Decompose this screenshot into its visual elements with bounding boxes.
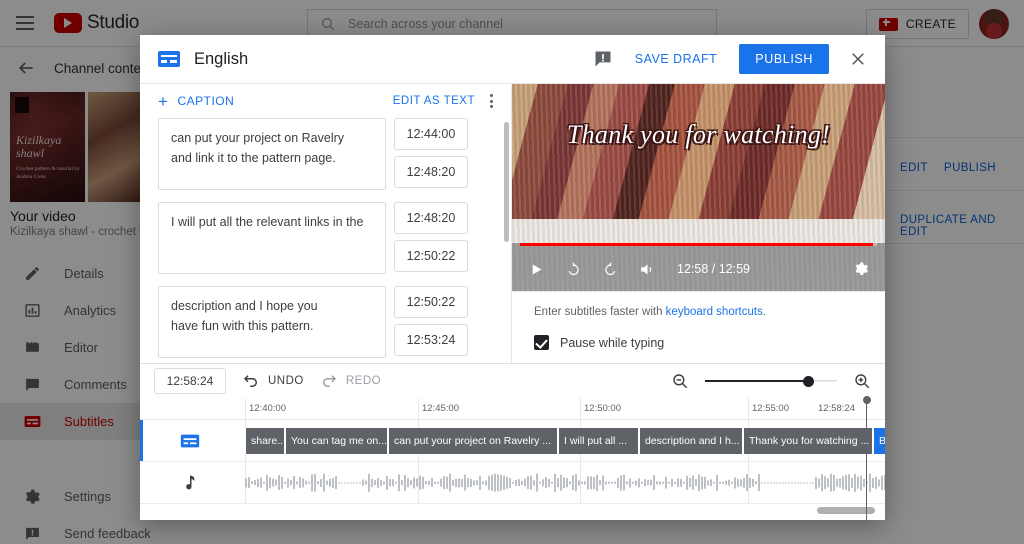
save-draft-button[interactable]: SAVE DRAFT	[627, 46, 726, 72]
pause-while-typing-checkbox[interactable]	[534, 335, 549, 350]
undo-icon	[243, 375, 257, 387]
redo-label: REDO	[345, 375, 382, 387]
audio-waveform-area[interactable]	[240, 462, 885, 504]
caption-segment[interactable]: description and I h...	[639, 427, 743, 454]
zoom-out-icon[interactable]	[671, 372, 689, 390]
player-controls-bar: 12:58 / 12:59	[512, 243, 885, 291]
subtitles-editor-dialog: English SAVE DRAFT PUBLISH + CAPTION EDI…	[140, 35, 885, 520]
player-column: Thank you for watching! 12:58 / 12:59 En…	[512, 84, 885, 363]
caption-time-group: 12:48:20 12:50:22	[394, 202, 468, 274]
timeline-footer	[140, 504, 885, 520]
hint-text-after: .	[762, 306, 767, 318]
timeline-zoom-slider[interactable]	[705, 372, 837, 390]
caption-row: I will put all the relevant links in the…	[158, 202, 503, 274]
redo-button[interactable]: REDO	[320, 372, 381, 390]
caption-toolbar: + CAPTION EDIT AS TEXT	[140, 84, 511, 118]
closed-caption-icon	[140, 430, 240, 452]
publish-button[interactable]: PUBLISH	[739, 44, 829, 74]
kebab-menu-icon[interactable]	[481, 91, 501, 111]
caption-editor-column: + CAPTION EDIT AS TEXT can put your proj…	[140, 84, 512, 363]
caption-list[interactable]: can put your project on Ravelry and link…	[140, 118, 511, 363]
caption-time-group: 12:44:00 12:48:20	[394, 118, 468, 190]
closed-caption-icon	[158, 51, 180, 67]
keyboard-shortcuts-link[interactable]: keyboard shortcuts	[666, 306, 763, 318]
caption-segment[interactable]: You can tag me on...	[285, 427, 388, 454]
ruler-tick-label: 12:40:00	[249, 403, 286, 414]
subtitle-hints: Enter subtitles faster with keyboard sho…	[512, 291, 885, 363]
zoom-in-icon[interactable]	[853, 372, 871, 390]
caption-list-scrollbar[interactable]	[504, 122, 509, 242]
video-progress-bar[interactable]	[520, 243, 877, 246]
dialog-body: + CAPTION EDIT AS TEXT can put your proj…	[140, 84, 885, 363]
caption-segment[interactable]: Thank you for watching ...	[743, 427, 873, 454]
caption-text-input[interactable]: I will put all the relevant links in the	[158, 202, 386, 274]
volume-icon[interactable]	[637, 259, 657, 279]
plus-icon: +	[158, 91, 169, 111]
caption-segment[interactable]: can put your project on Ravelry ...	[388, 427, 558, 454]
pause-while-typing-row[interactable]: Pause while typing	[534, 335, 865, 350]
add-caption-button[interactable]: + CAPTION	[158, 93, 234, 110]
pause-while-typing-label: Pause while typing	[560, 335, 665, 350]
video-overlay-caption: Thank you for watching!	[566, 120, 831, 149]
caption-start-time-input[interactable]: 12:44:00	[394, 118, 468, 150]
caption-row: can put your project on Ravelry and link…	[158, 118, 503, 190]
caption-segment-selected[interactable]: B...	[873, 427, 885, 454]
timeline-caption-track: share... You can tag me on... can put yo…	[140, 420, 885, 462]
caption-end-time-input[interactable]: 12:53:24	[394, 324, 468, 356]
ruler-tick-label: 12:50:00	[584, 403, 621, 414]
ruler-tick-label: 12:58:24	[818, 403, 855, 414]
redo-icon	[322, 375, 336, 387]
zoom-slider-fill	[705, 380, 808, 382]
forward-10-icon[interactable]	[600, 259, 620, 279]
screen: Studio Search across your channel CREATE	[0, 0, 1024, 544]
caption-start-time-input[interactable]: 12:50:22	[394, 286, 468, 318]
caption-segment[interactable]: share...	[245, 427, 285, 454]
video-preview[interactable]: Thank you for watching! 12:58 / 12:59	[512, 84, 885, 291]
caption-end-time-input[interactable]: 12:50:22	[394, 240, 468, 272]
caption-segment[interactable]: I will put all ...	[558, 427, 639, 454]
timeline-playhead[interactable]	[862, 396, 871, 520]
ruler-tick-label: 12:45:00	[422, 403, 459, 414]
undo-label: UNDO	[268, 375, 304, 387]
caption-end-time-input[interactable]: 12:48:20	[394, 156, 468, 188]
keyboard-shortcut-hint: Enter subtitles faster with keyboard sho…	[534, 306, 865, 318]
timeline-toolbar: 12:58:24 UNDO REDO	[140, 363, 885, 398]
play-icon[interactable]	[526, 259, 546, 279]
zoom-slider-knob[interactable]	[802, 375, 814, 387]
caption-row: description and I hope you have fun with…	[158, 286, 503, 358]
hint-text-before: Enter subtitles faster with	[534, 306, 666, 318]
timeline-timecode-input[interactable]: 12:58:24	[154, 368, 226, 394]
caption-segment-area[interactable]: share... You can tag me on... can put yo…	[240, 420, 885, 462]
player-time-display: 12:58 / 12:59	[677, 262, 750, 276]
page-title: English	[194, 49, 249, 68]
edit-as-text-button[interactable]: EDIT AS TEXT	[393, 95, 475, 107]
replay-10-icon[interactable]	[563, 259, 583, 279]
gear-icon[interactable]	[851, 259, 871, 279]
caption-start-time-input[interactable]: 12:48:20	[394, 202, 468, 234]
caption-text-input[interactable]: description and I hope you have fun with…	[158, 286, 386, 358]
dialog-header: English SAVE DRAFT PUBLISH	[140, 35, 885, 84]
timeline-audio-track	[140, 462, 885, 504]
ruler-tick-label: 12:55:00	[752, 403, 789, 414]
timeline-ruler[interactable]: 12:40:00 12:45:00 12:50:00 12:55:00 12:5…	[140, 396, 885, 520]
audio-waveform	[240, 472, 885, 494]
undo-button[interactable]: UNDO	[242, 372, 304, 390]
feedback-icon[interactable]	[593, 49, 613, 69]
player-buttons: 12:58 / 12:59	[512, 247, 885, 291]
close-icon[interactable]	[843, 44, 873, 74]
music-note-icon	[140, 473, 240, 493]
add-caption-label: CAPTION	[177, 94, 235, 108]
caption-text-input[interactable]: can put your project on Ravelry and link…	[158, 118, 386, 190]
caption-time-group: 12:50:22 12:53:24	[394, 286, 468, 358]
